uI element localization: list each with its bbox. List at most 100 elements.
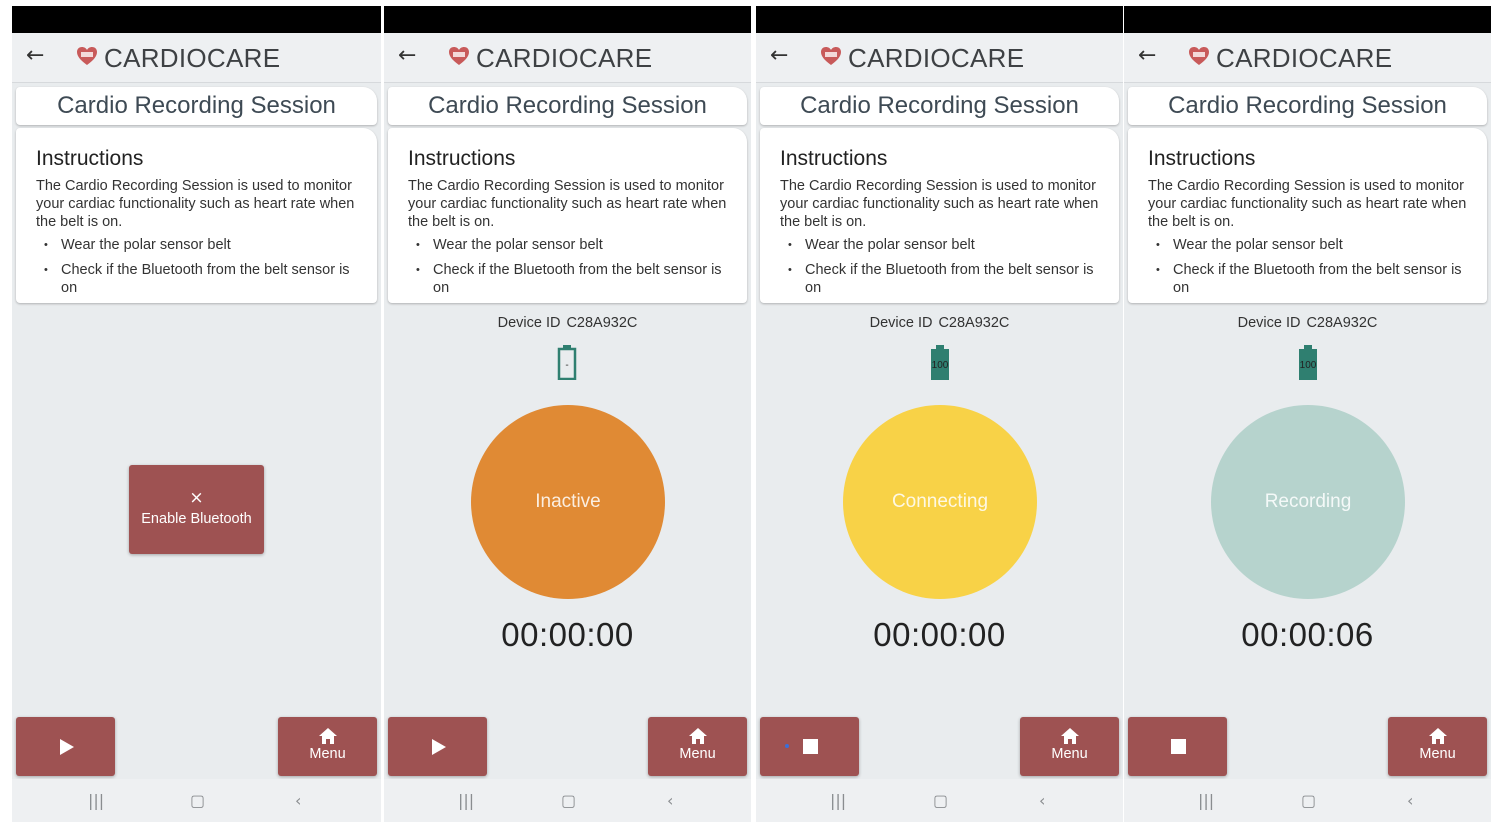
cardiocare-logo: [1189, 47, 1209, 65]
menu-label: Menu: [679, 746, 716, 762]
instructions-title: Instructions: [780, 147, 888, 170]
system-nav-bar: ||| ▢ ‹: [384, 779, 751, 822]
recents-icon[interactable]: |||: [1198, 791, 1214, 810]
device-id-value: C28A932C: [938, 315, 1010, 331]
session-title: Cardio Recording Session: [1128, 87, 1487, 125]
session-timer: 00:00:00: [501, 616, 634, 653]
system-nav-bar: ||| ▢ ‹: [12, 779, 381, 822]
status-label: Connecting: [891, 491, 989, 512]
back-nav-icon[interactable]: ‹: [1407, 791, 1413, 810]
instructions-text: The Cardio Recording Session is used to …: [408, 178, 727, 230]
stop-icon: [803, 739, 818, 754]
instruction-item: Check if the Bluetooth from the belt sen…: [1148, 261, 1467, 297]
home-icon: [688, 728, 707, 744]
home-nav-icon[interactable]: ▢: [933, 791, 948, 810]
session-status-button[interactable]: Recording: [1211, 405, 1405, 599]
brand-title: CARDIOCARE: [104, 43, 281, 73]
instructions-title: Instructions: [408, 147, 516, 170]
app-bar: ← CARDIOCARE: [756, 33, 1123, 83]
menu-label: Menu: [309, 746, 346, 762]
home-icon: [1428, 728, 1447, 744]
instructions-list: Wear the polar sensor belt Check if the …: [780, 236, 1099, 297]
app-bar: ← CARDIOCARE: [1124, 33, 1491, 83]
screen-inactive: ← CARDIOCARE Cardio Recording Session In…: [384, 6, 751, 822]
instructions-list: Wear the polar sensor belt Check if the …: [1148, 236, 1467, 297]
brand-title: CARDIOCARE: [476, 43, 653, 73]
menu-button[interactable]: Menu: [1020, 717, 1119, 776]
back-arrow-icon[interactable]: ←: [26, 43, 44, 69]
back-nav-icon[interactable]: ‹: [295, 791, 301, 810]
play-button[interactable]: [16, 717, 115, 776]
instructions-text: The Cardio Recording Session is used to …: [36, 178, 355, 230]
screen-recording: ← CARDIOCARE Cardio Recording Session In…: [1124, 6, 1491, 822]
battery-icon: 100: [1299, 345, 1317, 380]
instructions-title: Instructions: [1148, 147, 1256, 170]
session-timer: 00:00:00: [873, 616, 1006, 653]
home-icon: [318, 728, 337, 744]
back-nav-icon[interactable]: ‹: [1039, 791, 1045, 810]
status-bar: [384, 6, 751, 33]
recents-icon[interactable]: |||: [88, 791, 104, 810]
battery-icon: -: [557, 345, 577, 380]
back-arrow-icon[interactable]: ←: [770, 43, 788, 69]
instructions-text: The Cardio Recording Session is used to …: [1148, 178, 1467, 230]
menu-label: Menu: [1051, 746, 1088, 762]
menu-button[interactable]: Menu: [1388, 717, 1487, 776]
session-status-button[interactable]: Inactive: [471, 405, 665, 599]
status-bar: [756, 6, 1123, 33]
cardiocare-logo: [449, 47, 469, 65]
play-icon: [432, 739, 446, 755]
app-bar: ← CARDIOCARE: [384, 33, 751, 83]
instructions-card: Instructions The Cardio Recording Sessio…: [388, 128, 747, 303]
status-bar: [1124, 6, 1491, 33]
instructions-title: Instructions: [36, 147, 144, 170]
enable-bluetooth-label: Enable Bluetooth: [141, 511, 252, 527]
device-id-row: Device ID C28A932C: [384, 315, 751, 331]
instruction-item: Wear the polar sensor belt: [1148, 236, 1467, 254]
instruction-item: Wear the polar sensor belt: [36, 236, 357, 254]
session-title: Cardio Recording Session: [760, 87, 1119, 125]
recents-icon[interactable]: |||: [830, 791, 846, 810]
instruction-item: Wear the polar sensor belt: [780, 236, 1099, 254]
status-bar: [12, 6, 381, 33]
screen-bluetooth-off: ← CARDIOCARE Cardio Recording Session In…: [12, 6, 381, 822]
back-arrow-icon[interactable]: ←: [1138, 43, 1156, 69]
stop-button[interactable]: [1128, 717, 1227, 776]
system-nav-bar: ||| ▢ ‹: [756, 779, 1123, 822]
battery-level: -: [565, 360, 568, 371]
brand-title: CARDIOCARE: [848, 43, 1025, 73]
menu-button[interactable]: Menu: [278, 717, 377, 776]
home-nav-icon[interactable]: ▢: [561, 791, 576, 810]
instructions-list: Wear the polar sensor belt Check if the …: [36, 236, 357, 297]
screen-connecting: ← CARDIOCARE Cardio Recording Session In…: [756, 6, 1123, 822]
cardiocare-logo: [821, 47, 841, 65]
stop-icon: [1171, 739, 1186, 754]
instruction-item: Check if the Bluetooth from the belt sen…: [780, 261, 1099, 297]
session-title: Cardio Recording Session: [16, 87, 377, 125]
instruction-item: Check if the Bluetooth from the belt sen…: [36, 261, 357, 297]
battery-level: 100: [932, 360, 949, 371]
instructions-text: The Cardio Recording Session is used to …: [780, 178, 1099, 230]
enable-bluetooth-button[interactable]: ⨯ Enable Bluetooth: [129, 465, 264, 554]
home-nav-icon[interactable]: ▢: [1301, 791, 1316, 810]
stop-button[interactable]: [760, 717, 859, 776]
back-arrow-icon[interactable]: ←: [398, 43, 416, 69]
status-label: Inactive: [535, 491, 601, 512]
recents-icon[interactable]: |||: [458, 791, 474, 810]
session-status-button[interactable]: Connecting: [843, 405, 1037, 599]
device-id-value: C28A932C: [1306, 315, 1378, 331]
app-bar: ← CARDIOCARE: [12, 33, 381, 83]
instructions-card: Instructions The Cardio Recording Sessio…: [760, 128, 1119, 303]
device-id-value: C28A932C: [566, 315, 638, 331]
instructions-card: Instructions The Cardio Recording Sessio…: [1128, 128, 1487, 303]
home-nav-icon[interactable]: ▢: [190, 791, 205, 810]
menu-button[interactable]: Menu: [648, 717, 747, 776]
instruction-item: Wear the polar sensor belt: [408, 236, 727, 254]
play-button[interactable]: [388, 717, 487, 776]
battery-icon: 100: [931, 345, 949, 380]
system-nav-bar: ||| ▢ ‹: [1124, 779, 1491, 822]
loading-indicator: [785, 744, 789, 748]
back-nav-icon[interactable]: ‹: [667, 791, 673, 810]
battery-level: 100: [1300, 360, 1317, 371]
session-title: Cardio Recording Session: [388, 87, 747, 125]
